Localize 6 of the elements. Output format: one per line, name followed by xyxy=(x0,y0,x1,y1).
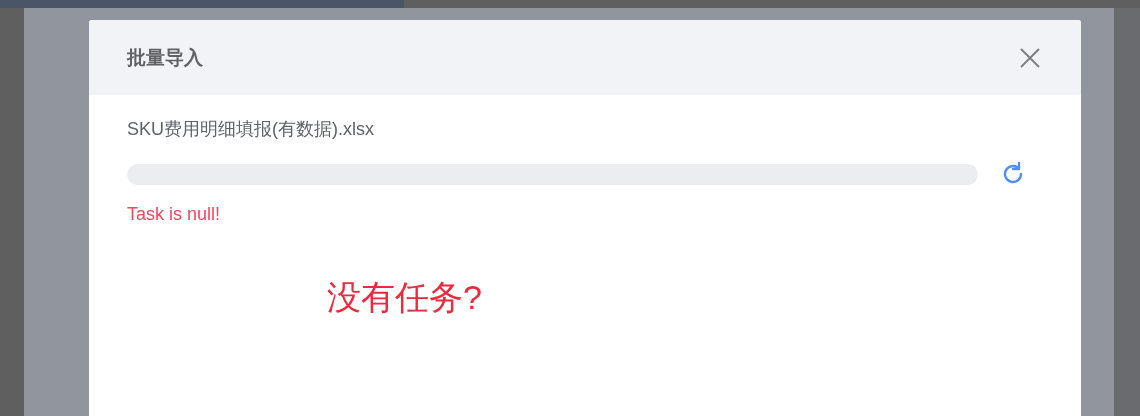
file-name: SKU费用明细填报(有数据).xlsx xyxy=(127,118,375,141)
error-message: Task is null! xyxy=(127,204,222,225)
close-icon xyxy=(1019,46,1041,69)
annotation-text: 没有任务? xyxy=(327,277,483,318)
close-button[interactable] xyxy=(1019,46,1041,69)
dialog-title: 批量导入 xyxy=(127,45,203,70)
